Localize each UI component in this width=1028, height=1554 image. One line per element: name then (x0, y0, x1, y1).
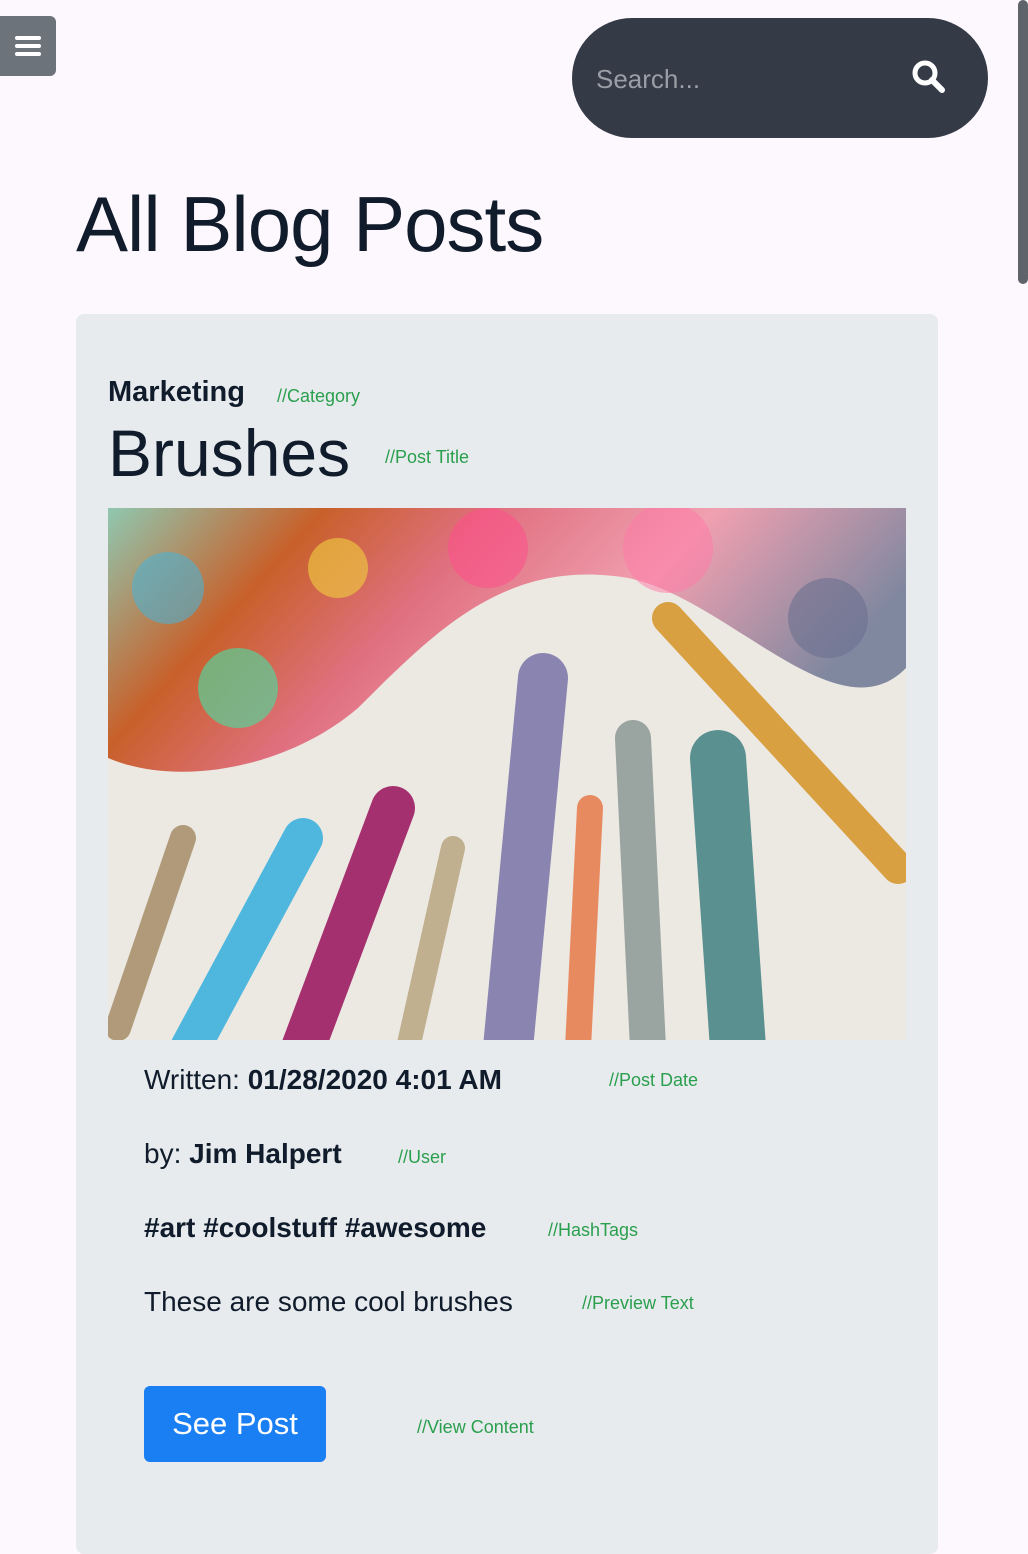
post-title: Brushes (108, 416, 351, 490)
post-preview-text: These are some cool brushes (144, 1286, 513, 1317)
category-comment: //Category (277, 386, 361, 406)
post-category: Marketing (108, 376, 245, 408)
hashtags-comment: //HashTags (548, 1220, 639, 1240)
post-date-line: Written: 01/28/2020 4:01 AM (144, 1064, 502, 1096)
post-date-label: Written: (144, 1064, 248, 1095)
search-input[interactable] (594, 58, 888, 100)
view-content-comment: //View Content (417, 1417, 534, 1437)
post-image (108, 508, 906, 1040)
post-user-label: by: (144, 1138, 190, 1169)
page-title: All Blog Posts (76, 180, 544, 268)
post-hashtags: #art #coolstuff #awesome (144, 1212, 487, 1243)
see-post-button[interactable]: See Post (144, 1386, 326, 1462)
post-user-line: by: Jim Halpert (144, 1138, 342, 1170)
user-comment: //User (398, 1147, 447, 1167)
search-icon[interactable] (908, 56, 948, 96)
menu-button[interactable] (0, 16, 56, 76)
preview-comment: //Preview Text (582, 1293, 694, 1313)
date-comment: //Post Date (609, 1070, 699, 1090)
post-date: 01/28/2020 4:01 AM (247, 1064, 502, 1095)
title-comment: //Post Title (385, 447, 470, 467)
hamburger-icon (15, 36, 41, 56)
post-user: Jim Halpert (189, 1138, 342, 1169)
blog-post-card: Marketing //Category Brushes //Post Titl… (76, 314, 938, 1554)
scrollbar[interactable] (1018, 0, 1028, 284)
